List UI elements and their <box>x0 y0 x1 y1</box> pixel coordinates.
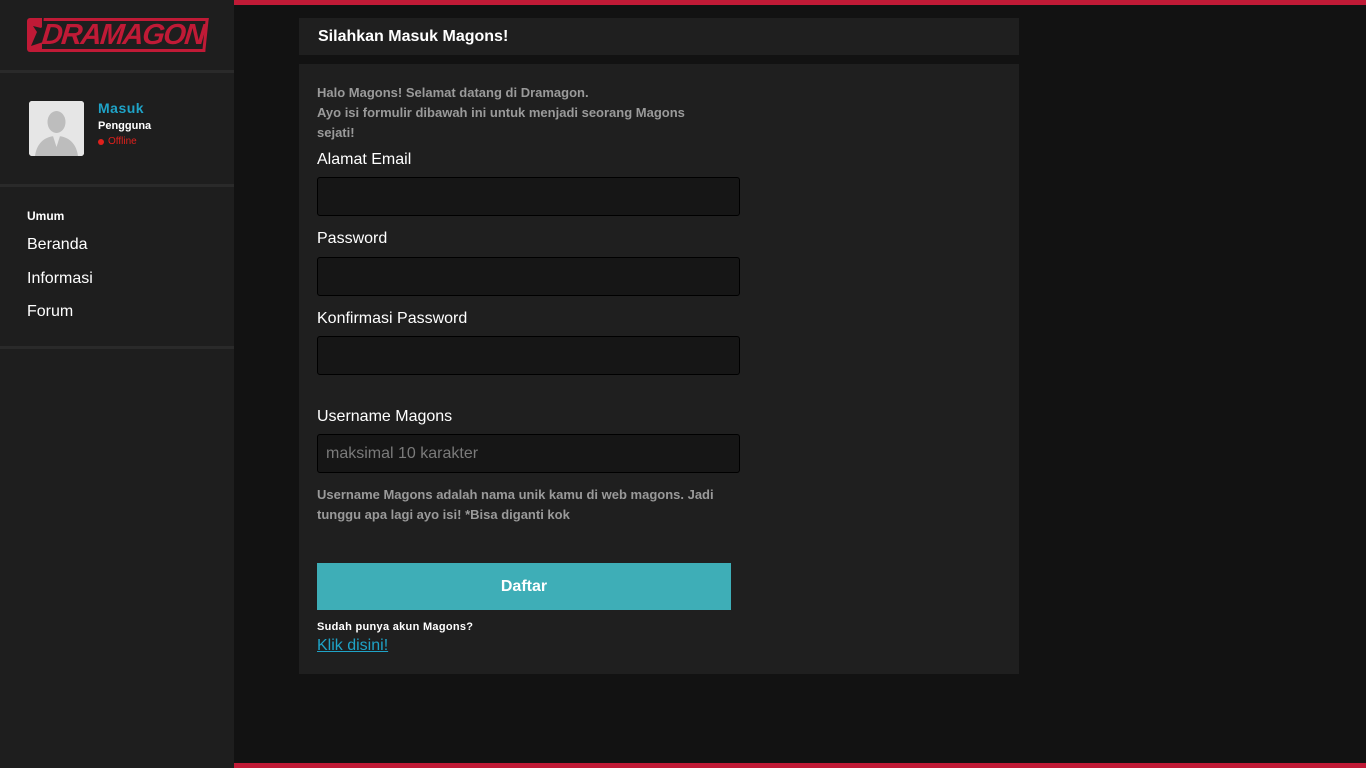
user-avatar-icon <box>29 101 84 156</box>
intro-line-2: Ayo isi formulir dibawah ini untuk menja… <box>317 105 685 140</box>
logo-wordmark: DRAMAGON <box>40 18 209 52</box>
intro-line-1: Halo Magons! Selamat datang di Dramagon. <box>317 85 589 100</box>
sidebar: DRAMAGON Masuk Pengguna Offline Umum Ber… <box>0 0 234 768</box>
login-link[interactable]: Klik disini! <box>317 637 388 655</box>
register-form: Halo Magons! Selamat datang di Dramagon.… <box>299 64 1019 674</box>
register-button[interactable]: Daftar <box>317 563 731 610</box>
bottom-accent-bar <box>234 763 1366 768</box>
sidebar-item-informasi[interactable]: Informasi <box>27 270 93 288</box>
top-accent-bar <box>234 0 1366 5</box>
login-user-link[interactable]: Masuk <box>98 100 144 116</box>
status-dot-icon <box>98 138 104 145</box>
have-account-text: Sudah punya akun Magons? <box>317 621 474 633</box>
sidebar-divider <box>0 346 234 349</box>
password-label: Password <box>317 230 388 247</box>
username-help: Username Magons adalah nama unik kamu di… <box>317 487 714 522</box>
email-field[interactable] <box>317 177 740 216</box>
nav-heading: Umum <box>27 209 65 223</box>
password-field[interactable] <box>317 257 740 296</box>
email-label: Alamat Email <box>317 151 412 168</box>
confirm-password-label: Konfirmasi Password <box>317 310 468 327</box>
form-intro: Halo Magons! Selamat datang di Dramagon.… <box>317 83 717 143</box>
confirm-password-field[interactable] <box>317 336 740 375</box>
dramagon-logo[interactable]: DRAMAGON <box>27 18 209 52</box>
status-text: Offline <box>108 136 137 147</box>
username-field[interactable] <box>317 434 740 473</box>
sidebar-divider <box>0 70 234 73</box>
sidebar-item-beranda[interactable]: Beranda <box>27 236 88 254</box>
status-badge: Offline <box>98 136 137 147</box>
username-label: Username Magons <box>317 408 453 425</box>
sidebar-item-forum[interactable]: Forum <box>27 303 73 321</box>
user-role: Pengguna <box>98 120 152 132</box>
page-title: Silahkan Masuk Magons! <box>299 18 1019 55</box>
sidebar-divider <box>0 184 234 187</box>
